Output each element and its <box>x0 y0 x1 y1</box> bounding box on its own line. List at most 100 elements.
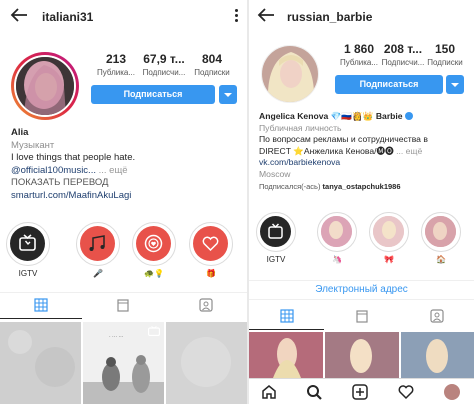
bio: Angelica Kenova 💎🇷🇺👸👑 Barbie Публичная л… <box>259 111 471 192</box>
highlight-label: 🦄 <box>332 255 342 264</box>
post-thumbnail[interactable] <box>325 332 399 378</box>
highlight-label: 🎀 <box>384 255 394 264</box>
display-name-suffix: Barbie <box>375 111 403 121</box>
username: italiani31 <box>42 10 94 24</box>
profile-panel-right: russian_barbie 1 860 Публика... 208 т...… <box>249 0 474 404</box>
tab-grid[interactable] <box>249 304 324 330</box>
heart-target-icon <box>136 226 171 261</box>
post-caption: · ··· ··· <box>109 334 124 340</box>
tab-tagged[interactable] <box>399 304 474 330</box>
more-link[interactable]: ... ещё <box>96 165 128 176</box>
add-icon[interactable] <box>352 384 368 400</box>
category: Музыкант <box>11 139 55 151</box>
post-thumbnail[interactable] <box>0 322 81 404</box>
followed-by-user-link[interactable]: tanya_ostapchuk1986 <box>323 182 401 191</box>
bio-text-2: DIRECT ⭐Анжелика Кенова/🅜🅞 <box>259 145 394 156</box>
email-button[interactable]: Электронный адрес <box>249 280 474 300</box>
stat-following[interactable]: 150 Подписки <box>419 42 471 67</box>
highlight-igtv[interactable]: IGTV <box>256 212 296 264</box>
activity-icon[interactable] <box>398 384 414 400</box>
music-notes-icon <box>80 226 115 261</box>
highlight-label: IGTV <box>18 269 38 278</box>
highlight-ring <box>421 212 461 252</box>
highlight-ring <box>132 222 176 266</box>
stat-posts[interactable]: 213 Публика... <box>90 52 142 77</box>
profile-tabs <box>249 304 474 330</box>
highlight-ring <box>369 212 409 252</box>
location: Moscow <box>259 168 291 179</box>
highlight-igtv[interactable]: IGTV <box>6 222 50 278</box>
stat-followers[interactable]: 67,9 т... Подписчи... <box>138 52 190 77</box>
category: Публичная личность <box>259 122 342 133</box>
display-name: Angelica Kenova 💎🇷🇺👸👑 <box>259 111 374 121</box>
grid-icon <box>279 309 294 323</box>
top-bar: italiani31 <box>0 0 247 32</box>
highlight-ring <box>317 212 357 252</box>
tab-grid[interactable] <box>0 293 82 319</box>
highlight-label: 🎁 <box>206 269 216 278</box>
highlight-target[interactable]: 🐢💡 <box>132 222 176 278</box>
stat-following[interactable]: 804 Подписки <box>186 52 238 77</box>
avatar[interactable] <box>261 45 319 103</box>
website-link[interactable]: vk.com/barbiekenova <box>259 157 471 169</box>
grid-icon <box>34 298 48 312</box>
bio-text: По вопросам рекламы и сотрудничества в <box>259 134 428 145</box>
post-thumbnail[interactable] <box>401 332 474 378</box>
bio: Alia Музыкант I love things that people … <box>11 127 241 202</box>
igtv-icon <box>10 226 45 261</box>
highlight-ring <box>256 212 296 252</box>
follow-button[interactable]: Подписаться <box>91 85 215 104</box>
back-arrow-icon[interactable] <box>10 8 28 22</box>
tagged-icon <box>429 309 444 323</box>
highlight-bow[interactable]: 🎀 <box>369 212 409 264</box>
highlight-label: 🏠 <box>436 255 446 264</box>
more-options-icon[interactable] <box>235 9 239 23</box>
suggestions-dropdown-button[interactable] <box>446 75 464 94</box>
igtv-tab-icon <box>117 299 129 312</box>
home-icon[interactable] <box>261 384 277 400</box>
tagged-icon <box>198 298 213 312</box>
bottom-nav-bar <box>249 378 474 404</box>
profile-panel-left: italiani31 213 Публика... 67,9 т... Подп… <box>0 0 247 404</box>
bio-text: I love things that people hate. <box>11 152 136 163</box>
display-name: Alia <box>11 127 29 138</box>
post-thumbnail[interactable] <box>166 322 247 404</box>
highlight-ring <box>189 222 233 266</box>
username: russian_barbie <box>287 10 373 24</box>
highlight-home[interactable]: 🏠 <box>421 212 461 264</box>
igtv-tab-icon <box>355 310 368 323</box>
highlight-unicorn[interactable]: 🦄 <box>317 212 357 264</box>
highlight-label: 🎤 <box>93 269 103 278</box>
more-link[interactable]: ... ещё <box>394 146 422 156</box>
follow-button[interactable]: Подписаться <box>335 75 443 94</box>
top-bar: russian_barbie <box>249 0 474 32</box>
tab-igtv[interactable] <box>82 293 164 319</box>
post-thumbnail[interactable]: · ··· ··· <box>83 322 164 404</box>
suggestions-dropdown-button[interactable] <box>219 85 237 104</box>
highlight-ring <box>6 222 50 266</box>
highlight-label: IGTV <box>266 255 286 264</box>
back-arrow-icon[interactable] <box>257 8 275 22</box>
verified-badge-icon <box>404 112 413 120</box>
followed-by-prefix: Подписался(-ась) <box>259 181 323 191</box>
profile-icon[interactable] <box>444 384 460 400</box>
tab-igtv[interactable] <box>324 304 399 330</box>
igtv-badge-icon <box>148 326 160 336</box>
igtv-icon <box>260 216 291 247</box>
show-translation-link[interactable]: ПОКАЗАТЬ ПЕРЕВОД <box>11 177 241 190</box>
highlight-label: 🐢💡 <box>144 269 164 278</box>
highlight-photo-3 <box>425 216 456 247</box>
highlight-photo-2 <box>373 216 404 247</box>
post-thumbnail[interactable] <box>249 332 323 378</box>
heart-icon <box>193 226 228 261</box>
website-link[interactable]: smarturl.com/MaafinAkuLagi <box>11 190 241 203</box>
mention-link[interactable]: @official100music... <box>11 165 96 176</box>
highlight-photo-1 <box>321 216 352 247</box>
highlight-ring <box>76 222 120 266</box>
profile-tabs <box>0 292 247 319</box>
highlight-music[interactable]: 🎤 <box>76 222 120 278</box>
avatar[interactable] <box>14 55 76 117</box>
search-icon[interactable] <box>306 384 322 400</box>
tab-tagged[interactable] <box>164 293 247 319</box>
highlight-heart[interactable]: 🎁 <box>189 222 233 278</box>
